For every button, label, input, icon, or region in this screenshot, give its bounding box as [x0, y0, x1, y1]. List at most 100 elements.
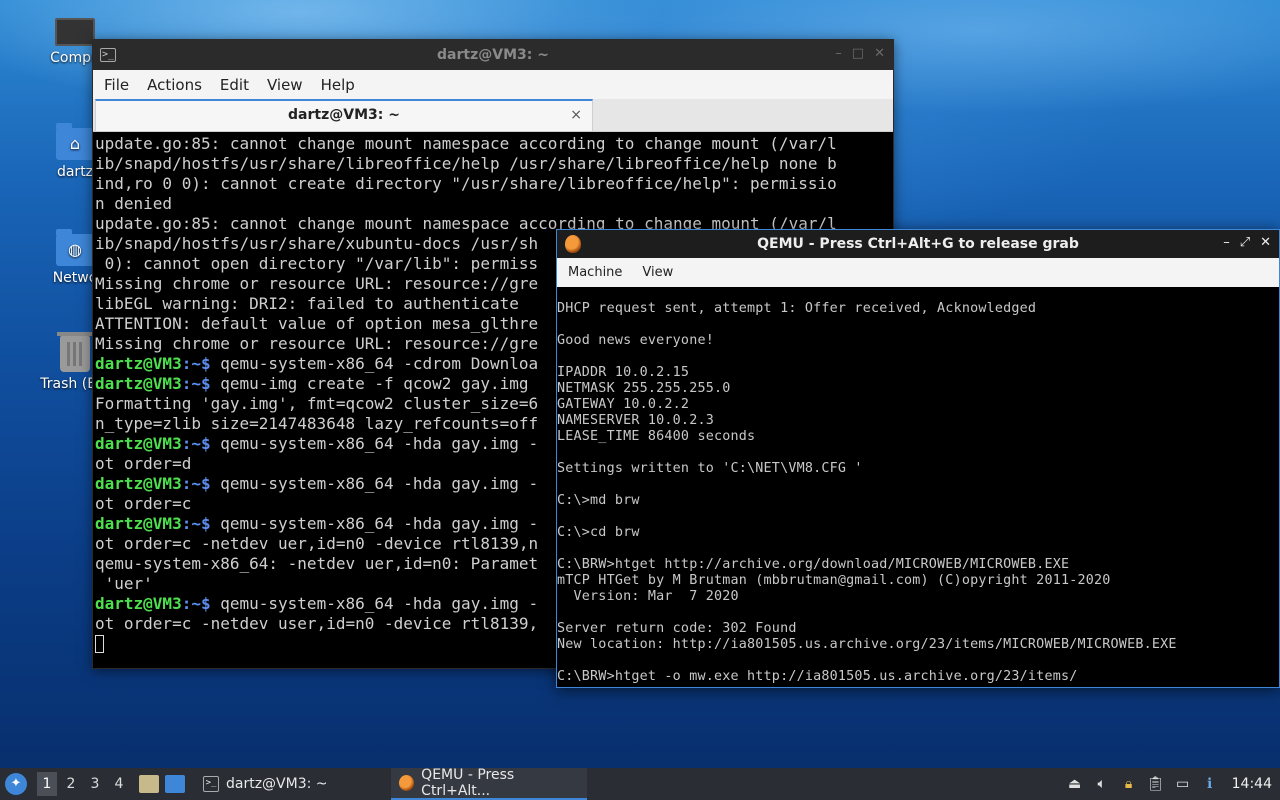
prompt-user: dartz@VM3	[95, 474, 182, 493]
dos-screen-line	[557, 541, 1279, 557]
workspace-4[interactable]: 4	[109, 772, 129, 796]
show-desktop-icon[interactable]	[165, 775, 185, 793]
terminal-line-text: ATTENTION: default value of option mesa_…	[95, 314, 539, 333]
maximize-icon[interactable]: □	[852, 46, 864, 61]
dos-screen-line: Server return code: 302 Found	[557, 621, 797, 636]
dos-screen-line	[557, 445, 1279, 461]
terminal-line-text: qemu-system-x86_64 -hda gay.img -	[220, 594, 539, 613]
terminal-line-text: n_type=zlib size=2147483648 lazy_refcoun…	[95, 414, 539, 433]
terminal-titlebar[interactable]: >_ dartz@VM3: ~ – □ ✕	[93, 40, 893, 70]
terminal-line-text: ib/snapd/hostfs/usr/share/libreoffice/he…	[95, 154, 837, 173]
prompt-user: dartz@VM3	[95, 594, 182, 613]
dos-screen-line	[557, 653, 1279, 669]
clock[interactable]: 14:44	[1232, 776, 1272, 792]
prompt-path: :~$	[181, 354, 221, 373]
terminal-line: n denied	[95, 194, 891, 214]
network-folder-icon: ◍	[56, 229, 94, 266]
terminal-line-text: 0): cannot open directory "/var/lib": pe…	[95, 254, 539, 273]
dos-screen-line: mTCP HTGet by M Brutman (mbbrutman@gmail…	[557, 573, 1111, 588]
qemu-window-title: QEMU - Press Ctrl+Alt+G to release grab	[757, 236, 1079, 252]
dos-screen-line: Good news everyone!	[557, 333, 714, 348]
workspace-2[interactable]: 2	[61, 772, 81, 796]
qemu-icon	[399, 775, 415, 791]
terminal-line-text: ot order=d	[95, 454, 192, 473]
dos-screen-line: C:\BRW>htget -o mw.exe http://ia801505.u…	[557, 669, 1078, 684]
dos-screen-line: DHCP request sent, attempt 1: Offer rece…	[557, 301, 1037, 316]
menu-view[interactable]: View	[642, 265, 673, 280]
terminal-line-text: 'uer'	[95, 574, 153, 593]
dos-screen-line	[557, 477, 1279, 493]
trash-icon	[57, 332, 93, 372]
workspace-1[interactable]: 1	[37, 772, 57, 796]
taskbar: ✦ 1 2 3 4 >_ dartz@VM3: ~ QEMU - Press C…	[0, 767, 1280, 800]
maximize-icon[interactable]: ⤢	[1240, 235, 1250, 250]
dos-screen-line: New location: http://ia801505.us.archive…	[557, 637, 1177, 652]
menu-view[interactable]: View	[266, 76, 312, 94]
dos-screen-line	[557, 605, 1279, 621]
task-terminal[interactable]: >_ dartz@VM3: ~	[195, 768, 391, 800]
dos-screen-line: C:\>cd brw	[557, 525, 640, 540]
terminal-icon: >_	[100, 48, 116, 62]
dos-screen-line: C:\BRW>htget http://archive.org/download…	[557, 557, 1070, 572]
minimize-icon[interactable]: –	[1223, 235, 1230, 250]
dos-screen-line: NAMESERVER 10.0.2.3	[557, 413, 714, 428]
menu-machine[interactable]: Machine	[568, 265, 622, 280]
update-notifier-icon[interactable]: ℹ	[1201, 775, 1219, 793]
minimize-icon[interactable]: –	[835, 46, 842, 61]
terminal-line-text: Missing chrome or resource URL: resource…	[95, 274, 539, 293]
terminal-line-text: qemu-system-x86_64 -hda gay.img -	[220, 514, 539, 533]
prompt-path: :~$	[181, 474, 221, 493]
menu-file[interactable]: File	[103, 76, 138, 94]
tab-close-icon[interactable]: ×	[570, 107, 582, 123]
dos-screen-line: IPADDR 10.0.2.15	[557, 365, 690, 380]
terminal-tab[interactable]: dartz@VM3: ~ ×	[95, 99, 593, 131]
terminal-line-text: qemu-system-x86_64 -cdrom Downloa	[220, 354, 539, 373]
terminal-line-text: ib/snapd/hostfs/usr/share/xubuntu-docs /…	[95, 234, 539, 253]
lock-icon[interactable]: 🔒︎	[1120, 775, 1138, 793]
prompt-path: :~$	[181, 594, 221, 613]
network-icon[interactable]: ▭	[1174, 775, 1192, 793]
qemu-titlebar[interactable]: QEMU - Press Ctrl+Alt+G to release grab …	[557, 230, 1279, 258]
workspace-3[interactable]: 3	[85, 772, 105, 796]
terminal-line-text: libEGL warning: DRI2: failed to authenti…	[95, 294, 519, 313]
app-menu-button[interactable]: ✦	[5, 773, 27, 795]
terminal-line-text: Formatting 'gay.img', fmt=qcow2 cluster_…	[95, 394, 539, 413]
dos-screen-line	[557, 317, 1279, 333]
qemu-display[interactable]: DHCP request sent, attempt 1: Offer rece…	[557, 287, 1279, 687]
text-cursor	[95, 635, 104, 653]
task-qemu[interactable]: QEMU - Press Ctrl+Alt...	[391, 767, 587, 800]
terminal-line-text: qemu-system-x86_64 -hda gay.img -	[220, 474, 539, 493]
desktop-icon-label: dartz	[56, 164, 94, 180]
dos-screen-line	[557, 509, 1279, 525]
terminal-line-text: ot order=c -netdev uer,id=n0 -device rtl…	[95, 534, 539, 553]
dos-screen-line: LEASE_TIME 86400 seconds	[557, 429, 756, 444]
dos-screen-line: Version: Mar 7 2020	[557, 589, 739, 604]
terminal-icon: >_	[203, 776, 219, 792]
menu-edit[interactable]: Edit	[219, 76, 258, 94]
terminal-window-title: dartz@VM3: ~	[437, 47, 549, 63]
close-icon[interactable]: ✕	[874, 46, 885, 61]
volume-icon[interactable]: 🔈︎	[1093, 775, 1111, 793]
qemu-window[interactable]: QEMU - Press Ctrl+Alt+G to release grab …	[556, 229, 1280, 688]
dos-screen-line: C:\>md brw	[557, 493, 640, 508]
computer-icon	[55, 18, 95, 46]
menu-help[interactable]: Help	[320, 76, 364, 94]
task-label: QEMU - Press Ctrl+Alt...	[421, 767, 515, 799]
terminal-menubar: File Actions Edit View Help	[93, 70, 893, 99]
dos-screen-line: NETMASK 255.255.255.0	[557, 381, 731, 396]
prompt-path: :~$	[181, 514, 221, 533]
eject-icon[interactable]: ⏏	[1066, 775, 1084, 793]
terminal-line-text: qemu-system-x86_64: -netdev uer,id=n0: P…	[95, 554, 539, 573]
qemu-menubar: Machine View	[557, 258, 1279, 287]
terminal-line: ind,ro 0 0): cannot create directory "/u…	[95, 174, 891, 194]
clipboard-icon[interactable]: 📋︎	[1147, 775, 1165, 793]
close-icon[interactable]: ✕	[1260, 235, 1271, 250]
terminal-line-text: qemu-img create -f qcow2 gay.img	[220, 374, 529, 393]
desktop-icon-label: Netwo	[52, 270, 98, 286]
terminal-line-text: Missing chrome or resource URL: resource…	[95, 334, 539, 353]
menu-actions[interactable]: Actions	[146, 76, 211, 94]
terminal-line-text: ind,ro 0 0): cannot create directory "/u…	[95, 174, 837, 193]
file-manager-icon[interactable]	[139, 775, 159, 793]
prompt-path: :~$	[181, 434, 221, 453]
prompt-user: dartz@VM3	[95, 374, 182, 393]
